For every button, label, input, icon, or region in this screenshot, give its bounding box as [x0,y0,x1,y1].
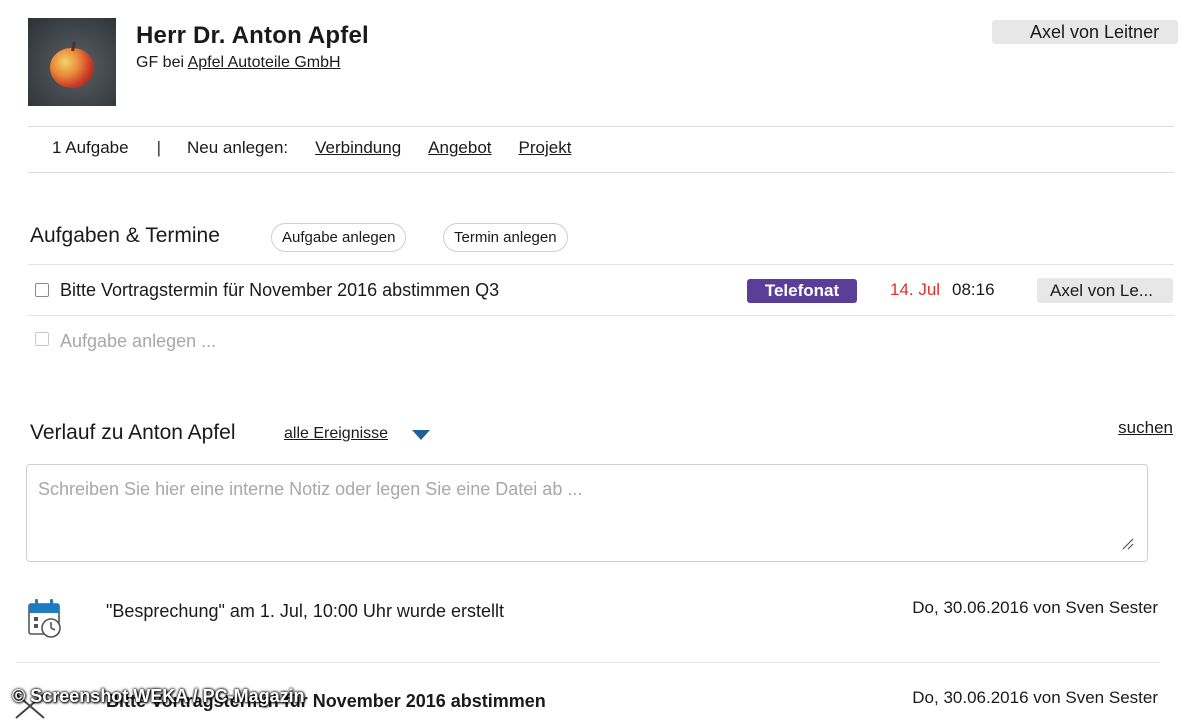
new-project-link[interactable]: Projekt [519,138,572,158]
task-due-date: 14. Jul [890,280,941,299]
task-checkbox[interactable] [35,283,49,297]
separator: | [156,138,161,157]
task-due-time: 08:16 [952,280,995,299]
history-event-text: "Besprechung" am 1. Jul, 10:00 Uhr wurde… [106,601,504,621]
add-appointment-button[interactable]: Termin anlegen [443,223,568,252]
task-count[interactable]: 1 Aufgabe [52,138,129,158]
contact-owner[interactable]: Axel von Leitner [992,20,1178,44]
note-input[interactable] [26,464,1148,562]
task-text[interactable]: Bitte Vortragstermin für November 2016 a… [60,280,499,301]
tasks-title: Aufgaben & Termine [30,224,220,247]
divider [16,662,1160,663]
history-event-meta: Do, 30.06.2016 von Sven Sester [912,598,1158,617]
contact-role: GF bei [136,54,185,71]
action-bar: 1 Aufgabe | Neu anlegen: Verbindung Ange… [52,138,571,158]
calendar-clock-icon [28,599,61,638]
new-offer-link[interactable]: Angebot [428,138,491,158]
history-event-meta: Do, 30.06.2016 von Sven Sester [912,688,1158,707]
new-connection-link[interactable]: Verbindung [315,138,401,158]
task-type-badge: Telefonat [747,279,857,303]
divider [28,126,1174,127]
chevron-down-icon[interactable] [412,430,430,440]
task-assignee[interactable]: Axel von Le... [1037,278,1173,303]
apple-image [50,48,94,88]
add-task-button[interactable]: Aufgabe anlegen [271,223,407,252]
watermark: © Screenshot WEKA / PC-Magazin [12,686,305,706]
task-row[interactable]: Bitte Vortragstermin für November 2016 a… [28,264,1174,316]
contact-name: Herr Dr. Anton Apfel [136,22,369,49]
new-task-input[interactable]: Aufgabe anlegen ... [60,331,216,352]
event-filter-dropdown[interactable]: alle Ereignisse [284,425,388,443]
new-label: Neu anlegen: [187,138,289,157]
contact-avatar [28,18,116,106]
history-title: Verlauf zu Anton Apfel [30,421,236,444]
resize-handle-icon[interactable] [1120,536,1134,550]
new-task-checkbox [35,332,49,346]
divider [28,172,1174,173]
company-link[interactable]: Apfel Autoteile GmbH [188,54,341,71]
contact-subtitle: GF bei Apfel Autoteile GmbH [136,54,341,72]
history-search-link[interactable]: suchen [1118,418,1173,438]
